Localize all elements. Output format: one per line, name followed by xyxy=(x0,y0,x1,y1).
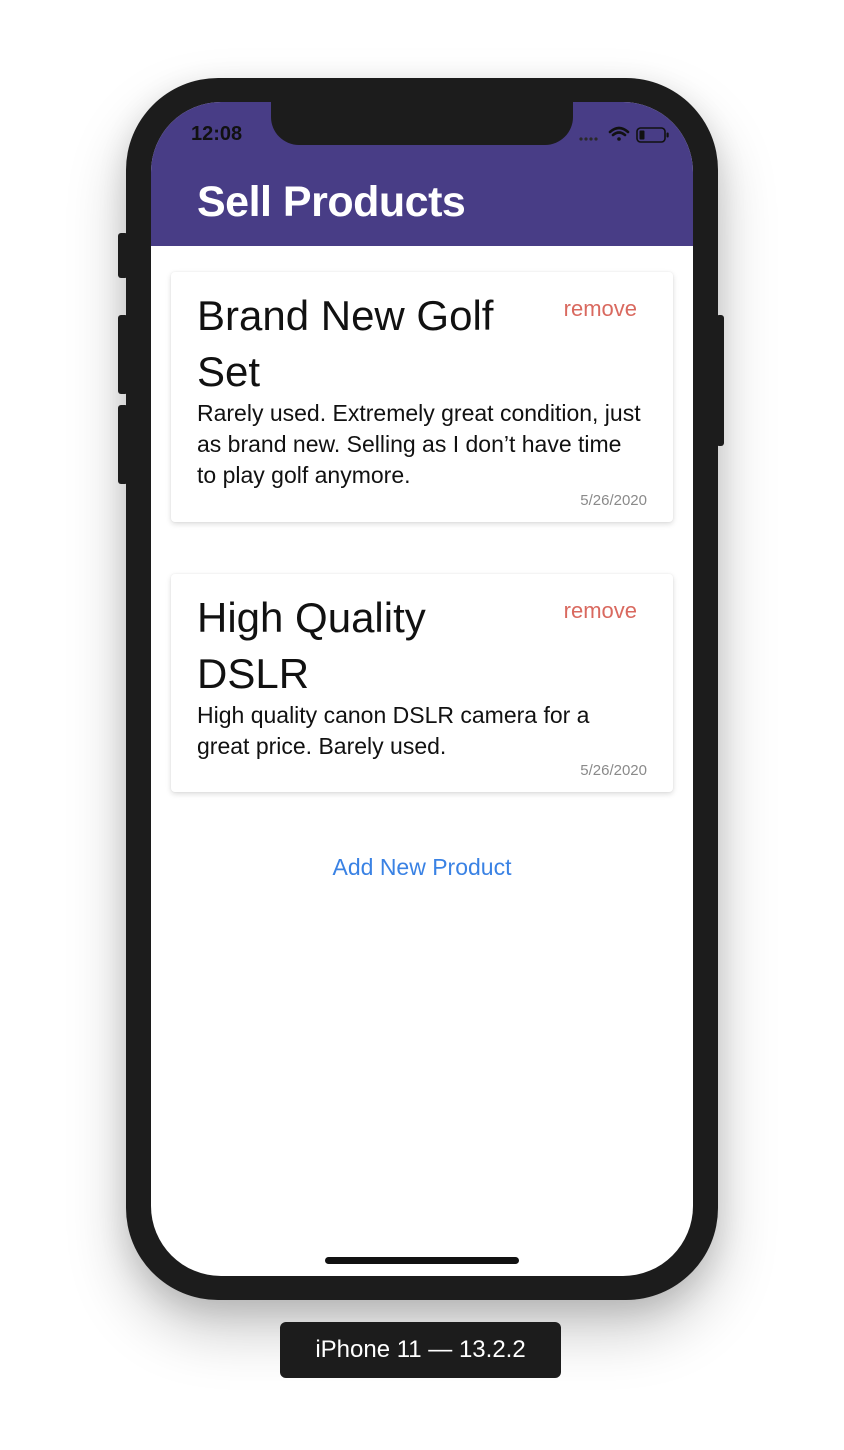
volume-up-button xyxy=(118,315,128,394)
notch xyxy=(271,102,573,145)
device-label: iPhone 11 — 13.2.2 xyxy=(280,1322,561,1378)
status-time: 12:08 xyxy=(191,123,243,145)
wifi-icon xyxy=(608,126,630,141)
power-button xyxy=(716,315,724,446)
phone-screen: 12:08 Sell Products Brand New Golf Set r… xyxy=(151,102,693,1276)
product-card: Brand New Golf Set remove Rarely used. E… xyxy=(171,272,673,522)
product-title: Brand New Golf Set xyxy=(197,292,494,395)
home-indicator[interactable] xyxy=(325,1257,519,1264)
product-card: High Quality DSLR remove High quality ca… xyxy=(171,574,673,792)
battery-icon xyxy=(636,127,669,143)
remove-button[interactable]: remove xyxy=(564,296,637,322)
status-icons xyxy=(579,124,675,144)
product-description: High quality canon DSLR camera for a gre… xyxy=(197,702,590,759)
signal-icon xyxy=(579,137,598,141)
silent-switch xyxy=(118,233,128,278)
navigation-bar: 12:08 Sell Products xyxy=(151,102,693,246)
product-date: 5/26/2020 xyxy=(580,762,647,779)
product-description: Rarely used. Extremely great condition, … xyxy=(197,400,641,488)
add-new-product-button[interactable]: Add New Product xyxy=(151,854,693,881)
volume-down-button xyxy=(118,405,128,484)
product-title: High Quality DSLR xyxy=(197,594,426,697)
remove-button[interactable]: remove xyxy=(564,598,637,624)
page-title: Sell Products xyxy=(197,178,466,226)
product-date: 5/26/2020 xyxy=(580,492,647,509)
